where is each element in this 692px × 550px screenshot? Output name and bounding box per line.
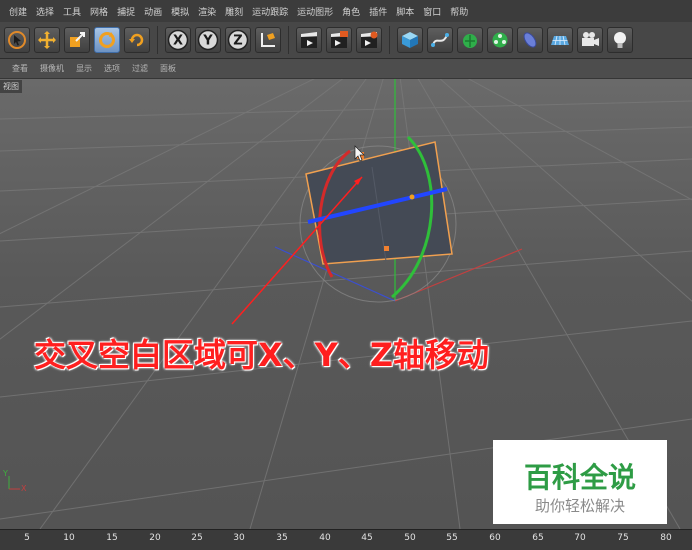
watermark-title: 百科全说 [523, 461, 636, 494]
floor-grid-icon [551, 35, 569, 46]
lock-x-label: X [173, 34, 183, 49]
timeline-tick: 45 [361, 533, 373, 543]
deformer-button[interactable] [517, 27, 543, 53]
render-settings-button[interactable] [356, 27, 382, 53]
z-axis-lock-icon: Z [227, 29, 249, 51]
toolbar-divider [288, 26, 289, 54]
menu-bar: 创建 选择 工具 网格 捕捉 动画 模拟 渲染 雕刻 运动跟踪 运动图形 角色 … [0, 0, 692, 22]
clapper-icon [301, 32, 317, 48]
arrow-cursor-icon [8, 31, 26, 49]
viewport-menu-options[interactable]: 选项 [104, 63, 120, 74]
axis-gizmo-y-label: Y [3, 469, 8, 478]
coordinate-system-button[interactable] [255, 27, 281, 53]
viewport-title: 视图 [0, 80, 22, 93]
timeline-tick: 20 [149, 533, 161, 543]
viewport-menu-filter[interactable]: 过滤 [132, 63, 148, 74]
watermark-subtitle: 助你轻松解决 [534, 497, 625, 515]
timeline-tick: 5 [24, 533, 30, 543]
cube-icon [402, 32, 418, 48]
x-axis-lock-icon: X [167, 29, 189, 51]
cloner-icon [492, 32, 508, 48]
menu-sculpt[interactable]: 雕刻 [225, 5, 243, 18]
lock-z-button[interactable]: Z [225, 27, 251, 53]
timeline-tick: 30 [233, 533, 245, 543]
timeline-tick: 75 [617, 533, 629, 543]
menu-select[interactable]: 选择 [36, 5, 54, 18]
toolbar-divider [389, 26, 390, 54]
subdivision-button[interactable] [457, 27, 483, 53]
light-button[interactable] [607, 27, 633, 53]
viewport-menu-bar: 查看 摄像机 显示 选项 过滤 面板 [0, 59, 692, 79]
light-bulb-icon [614, 32, 626, 48]
menu-create[interactable]: 创建 [9, 5, 27, 18]
timeline-tick: 50 [404, 533, 416, 543]
pen-spline-icon [431, 33, 449, 47]
menu-plugins[interactable]: 插件 [369, 5, 387, 18]
viewport-menu-display[interactable]: 显示 [76, 63, 92, 74]
timeline-tick: 55 [446, 533, 458, 543]
deformer-icon [523, 32, 537, 48]
timeline-tick: 10 [63, 533, 75, 543]
tutorial-caption: 交叉空白区域可X、Y、Z轴移动 [34, 336, 490, 374]
timeline-tick: 60 [489, 533, 501, 543]
center-handle [409, 194, 415, 200]
clapper-render-icon [331, 31, 348, 48]
subdivision-icon [463, 34, 477, 48]
menu-animate[interactable]: 动画 [144, 5, 162, 18]
selected-cube [305, 141, 453, 265]
menu-tools[interactable]: 工具 [63, 5, 81, 18]
timeline-tick: 15 [106, 533, 118, 543]
viewport-menu-view[interactable]: 查看 [12, 63, 28, 74]
timeline-tick: 70 [574, 533, 586, 543]
rotate-icon [99, 32, 115, 48]
camera-icon [582, 32, 599, 46]
render-view-button[interactable] [296, 27, 322, 53]
recent-tool-button[interactable] [124, 27, 150, 53]
menu-mograph[interactable]: 运动图形 [297, 5, 333, 18]
scale-box-icon [70, 32, 85, 47]
cycle-icon [129, 33, 144, 47]
axis-gizmo-x-label: X [21, 484, 27, 493]
menu-script[interactable]: 脚本 [396, 5, 414, 18]
menu-character[interactable]: 角色 [342, 5, 360, 18]
lock-x-button[interactable]: X [165, 27, 191, 53]
timeline-tick: 25 [191, 533, 203, 543]
menu-help[interactable]: 帮助 [450, 5, 468, 18]
select-tool-button[interactable] [4, 27, 30, 53]
menu-motion-tracking[interactable]: 运动跟踪 [252, 5, 288, 18]
lock-z-label: Z [233, 34, 242, 49]
menu-window[interactable]: 窗口 [423, 5, 441, 18]
main-toolbar: X Y Z [0, 22, 692, 59]
move-cross-icon [38, 31, 56, 49]
cloner-button[interactable] [487, 27, 513, 53]
camera-button[interactable] [577, 27, 603, 53]
timeline-ruler[interactable]: 5 10 15 20 25 30 35 40 45 50 55 60 65 70… [0, 529, 692, 550]
toolbar-divider [157, 26, 158, 54]
spline-pen-button[interactable] [427, 27, 453, 53]
floor-button[interactable] [547, 27, 573, 53]
lock-y-label: Y [202, 34, 213, 49]
menu-render[interactable]: 渲染 [198, 5, 216, 18]
lock-y-button[interactable]: Y [195, 27, 221, 53]
y-axis-lock-icon: Y [197, 29, 219, 51]
menu-snap[interactable]: 捕捉 [117, 5, 135, 18]
timeline-tick: 35 [276, 533, 288, 543]
timeline-tick: 40 [319, 533, 331, 543]
world-axis-icon [261, 33, 275, 47]
rotate-tool-button[interactable] [94, 27, 120, 53]
render-picture-viewer-button[interactable] [326, 27, 352, 53]
menu-simulate[interactable]: 模拟 [171, 5, 189, 18]
timeline-tick: 65 [532, 533, 544, 543]
scale-tool-button[interactable] [64, 27, 90, 53]
menu-mesh[interactable]: 网格 [90, 5, 108, 18]
viewport-menu-panel[interactable]: 面板 [160, 63, 176, 74]
viewport-menu-cameras[interactable]: 摄像机 [40, 63, 64, 74]
timeline-tick: 80 [660, 533, 672, 543]
move-tool-button[interactable] [34, 27, 60, 53]
watermark-logo: 百科全说 助你轻松解决 [493, 440, 667, 524]
clapper-gear-icon [361, 31, 378, 48]
cube-button[interactable] [397, 27, 423, 53]
